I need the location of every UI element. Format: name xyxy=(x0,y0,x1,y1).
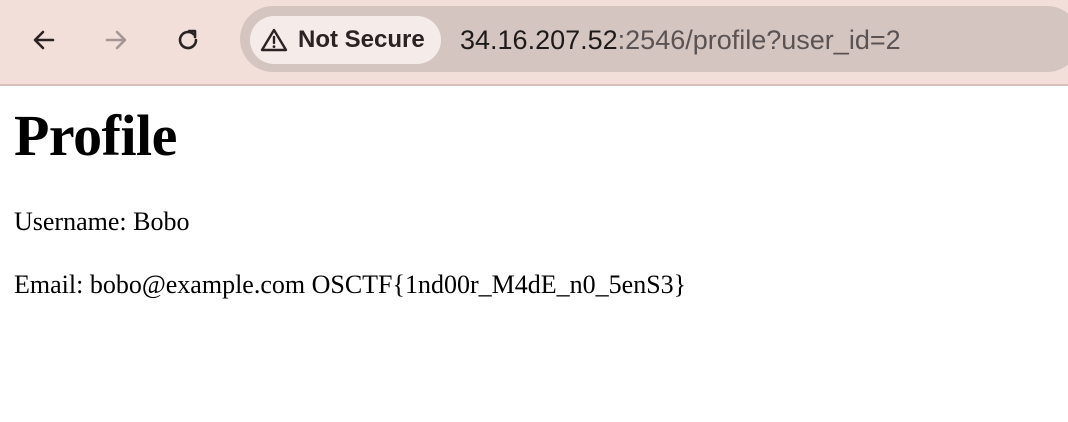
security-indicator[interactable]: Not Secure xyxy=(250,16,441,64)
forward-button[interactable] xyxy=(98,22,134,58)
reload-icon xyxy=(178,29,198,50)
url-host: 34.16.207.52 xyxy=(460,25,618,55)
browser-toolbar: Not Secure 34.16.207.52:2546/profile?use… xyxy=(0,0,1068,86)
reload-button[interactable] xyxy=(170,22,206,58)
security-label: Not Secure xyxy=(298,26,425,53)
page-content: Profile Username: Bobo Email: bobo@examp… xyxy=(14,88,1054,300)
warning-triangle-icon xyxy=(260,28,288,52)
username-text: Username: Bobo xyxy=(14,207,190,236)
email-text: Email: bobo@example.com OSCTF{1nd00r_M4d… xyxy=(14,270,687,299)
page-title: Profile xyxy=(14,103,177,168)
url-path: :2546/profile?user_id=2 xyxy=(617,25,901,55)
url-text[interactable]: 34.16.207.52:2546/profile?user_id=2 xyxy=(460,24,901,56)
arrow-left-icon xyxy=(33,30,55,50)
address-bar[interactable]: Not Secure 34.16.207.52:2546/profile?use… xyxy=(240,6,1068,72)
back-button[interactable] xyxy=(26,22,62,58)
arrow-right-icon xyxy=(105,30,127,50)
